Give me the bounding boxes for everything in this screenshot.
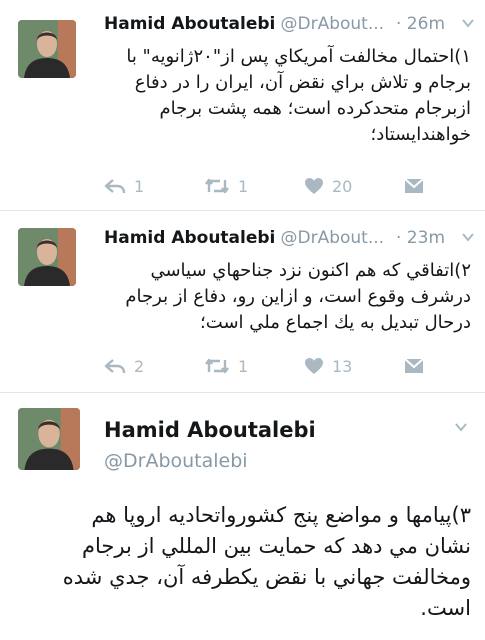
- tweet-text: ۱)احتمال مخالفت آمريكاي پس از"۲۰ژانويه" …: [104, 44, 471, 148]
- divider: [0, 210, 485, 211]
- dm-button[interactable]: [404, 174, 432, 198]
- divider: [0, 392, 485, 393]
- reply-count: 2: [134, 356, 145, 376]
- like-count: 20: [332, 176, 353, 196]
- avatar[interactable]: [18, 408, 80, 470]
- dm-button[interactable]: [404, 354, 432, 378]
- reply-icon: [104, 179, 126, 194]
- chevron-down-icon[interactable]: [453, 420, 469, 434]
- tweet-text-line: ومخالفت جهاني با نقض يكطرفه آن، جدي شده: [62, 565, 471, 589]
- tweet-text: ۳)پيامها و مواضع پنج كشورواتحاديه اروپا …: [18, 500, 471, 624]
- tweet-header: Hamid Aboutalebi @DrAbout... · 26m: [104, 14, 475, 38]
- timestamp[interactable]: · 26m: [396, 14, 445, 34]
- tweet-text-line: نشان مي دهد كه حمايت بين المللي از برجام: [82, 534, 471, 558]
- retweet-icon: [205, 358, 229, 374]
- reply-button[interactable]: 1: [104, 174, 144, 198]
- tweet-actions: 1 1 20: [104, 174, 424, 198]
- tweet-header: Hamid Aboutalebi @DrAbout... · 23m: [104, 228, 475, 252]
- reply-button[interactable]: 2: [104, 354, 144, 378]
- chevron-down-icon[interactable]: [461, 16, 475, 30]
- author-handle[interactable]: @DrAbout...: [280, 228, 384, 248]
- tweet-actions: 2 1 13: [104, 354, 424, 378]
- like-count: 13: [332, 356, 353, 376]
- tweet-text-line: برجام و تلاش براي نقض آن، ايران را در دف…: [134, 72, 471, 93]
- retweet-button[interactable]: 1: [204, 174, 248, 198]
- tweet-text-line: درحال تبديل به يك اجماع ملي است؛: [200, 312, 471, 333]
- like-icon: [305, 358, 323, 374]
- tweet-text-line: است.: [420, 596, 471, 620]
- avatar[interactable]: [18, 228, 76, 286]
- chevron-down-icon[interactable]: [461, 230, 475, 244]
- retweet-button[interactable]: 1: [204, 354, 248, 378]
- author-name[interactable]: Hamid Aboutalebi: [104, 228, 275, 248]
- tweet-text-line: ۲)اتفاقي كه هم اكنون نزد جناحهاي سياسي: [150, 260, 471, 281]
- like-button[interactable]: 20: [304, 174, 352, 198]
- tweet-text-line: ازبرجام متحدكرده است؛ همه پشت برجام: [159, 98, 471, 119]
- timestamp[interactable]: · 23m: [396, 228, 445, 248]
- like-button[interactable]: 13: [304, 354, 352, 378]
- like-icon: [305, 178, 323, 194]
- author-handle[interactable]: @DrAbout...: [280, 14, 384, 34]
- reply-icon: [104, 359, 126, 374]
- author-name[interactable]: Hamid Aboutalebi: [104, 418, 316, 442]
- tweet-text-line: خواهندايستاد؛: [370, 124, 471, 145]
- retweet-icon: [205, 178, 229, 194]
- tweet-text-line: درشرف وقوع است، و ازاين رو، دفاع از برجا…: [125, 286, 471, 307]
- dm-icon: [404, 358, 424, 373]
- retweet-count: 1: [238, 356, 249, 376]
- avatar[interactable]: [18, 20, 76, 78]
- author-handle[interactable]: @DrAboutalebi: [104, 450, 248, 472]
- author-name[interactable]: Hamid Aboutalebi: [104, 14, 275, 34]
- tweet-text-line: ۱)احتمال مخالفت آمريكاي پس از"۲۰ژانويه" …: [126, 46, 471, 67]
- tweet-text-line: ۳)پيامها و مواضع پنج كشورواتحاديه اروپا …: [91, 503, 471, 527]
- reply-count: 1: [134, 176, 145, 196]
- retweet-count: 1: [238, 176, 249, 196]
- dm-icon: [404, 178, 424, 193]
- tweet-text: ۲)اتفاقي كه هم اكنون نزد جناحهاي سياسي د…: [104, 258, 471, 336]
